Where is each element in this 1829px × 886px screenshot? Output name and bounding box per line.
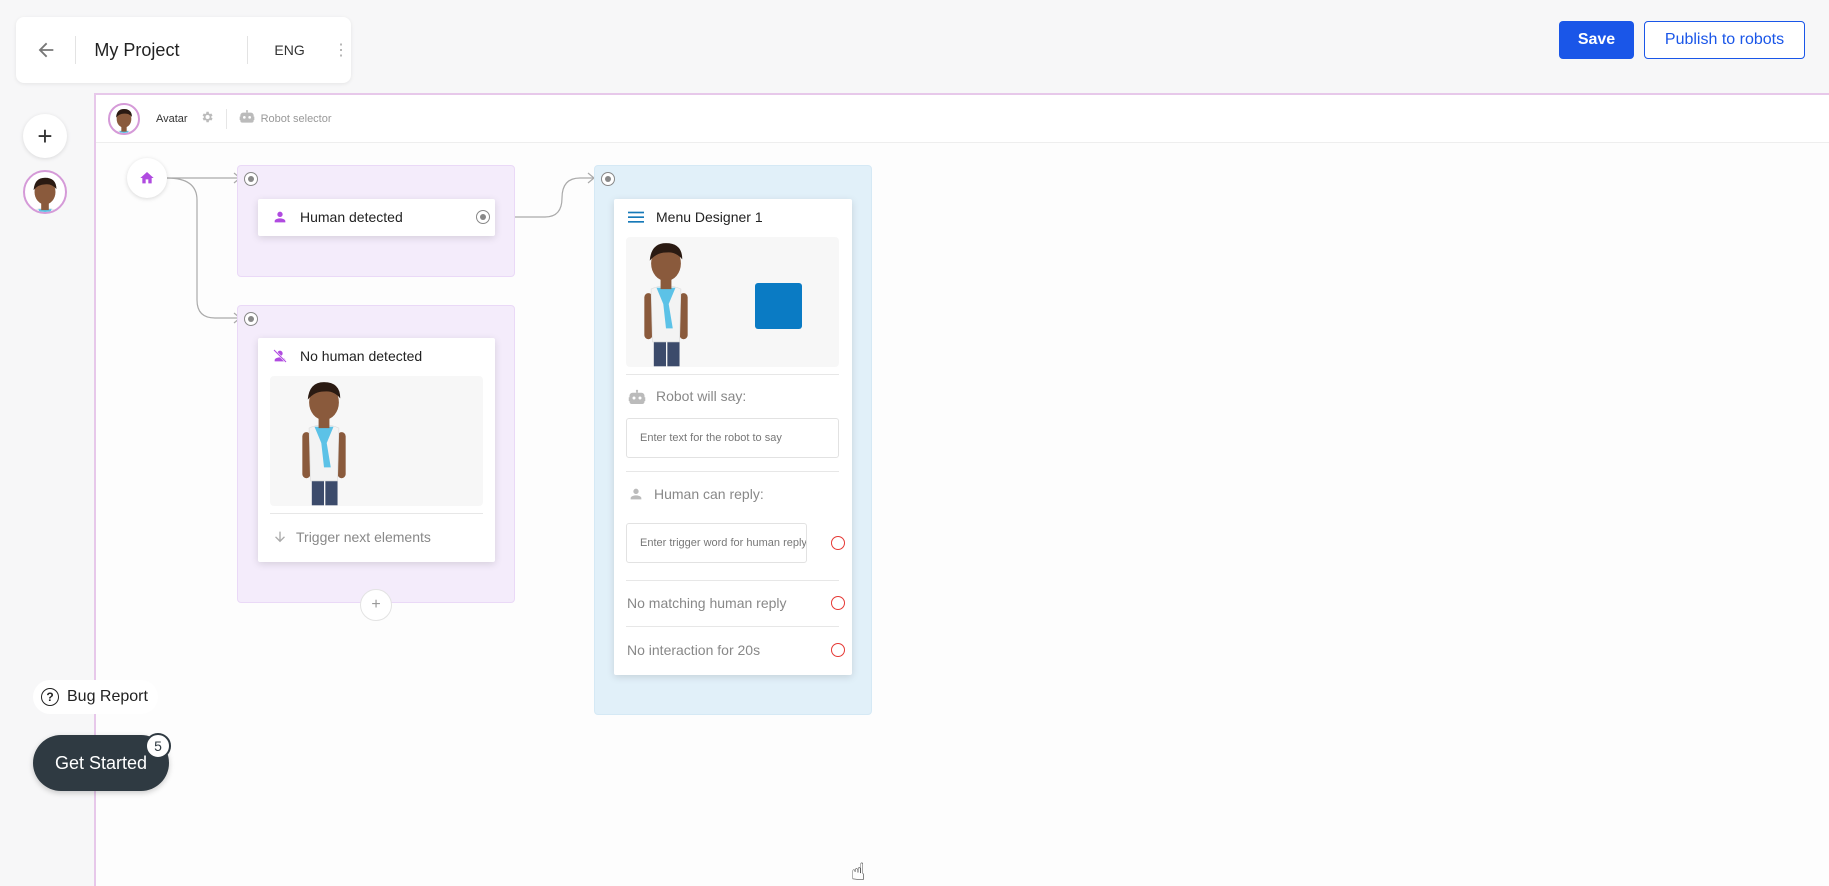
plus-icon: +: [371, 596, 381, 613]
robot-say-label: Robot will say:: [628, 388, 746, 404]
trigger-next-elements[interactable]: Trigger next elements: [272, 529, 431, 545]
bug-report-label: Bug Report: [67, 688, 148, 705]
question-circle-icon: ?: [41, 688, 59, 706]
get-started-count-badge: 5: [145, 733, 171, 759]
divider: [626, 374, 839, 375]
no-match-output-port[interactable]: [831, 596, 845, 610]
reply-output-port[interactable]: [831, 536, 845, 550]
human-reply-label: Human can reply:: [628, 486, 764, 502]
get-started-label: Get Started: [54, 752, 148, 773]
no-interaction-output-port[interactable]: [831, 643, 845, 657]
input-port[interactable]: [244, 312, 258, 326]
card-title: No human detected: [300, 348, 423, 364]
menu-icon: [628, 210, 646, 224]
divider: [626, 580, 839, 581]
no-human-detected-card[interactable]: No human detected Trigger next elements: [258, 338, 495, 562]
divider: [270, 513, 483, 514]
screen-color-block: [755, 283, 802, 329]
robot-icon: [628, 389, 646, 404]
home-icon: [140, 172, 154, 184]
screen-preview: [626, 237, 839, 367]
menu-designer-card[interactable]: Menu Designer 1 Robot will say: Human ca…: [614, 199, 852, 675]
arrow-down-icon: [275, 531, 285, 543]
no-interaction-option: No interaction for 20s: [627, 642, 761, 658]
add-to-group-button[interactable]: +: [360, 589, 392, 621]
no-match-option: No matching human reply: [627, 595, 787, 611]
bug-report-button[interactable]: ? Bug Report: [33, 680, 158, 714]
person-icon: [272, 209, 290, 225]
card-title: Menu Designer 1: [656, 209, 763, 225]
card-title: Human detected: [300, 209, 403, 225]
person-icon: [630, 488, 642, 500]
input-port[interactable]: [601, 172, 615, 186]
human-reply-input[interactable]: [626, 523, 807, 563]
divider: [626, 626, 839, 627]
pointer-cursor-icon: ☝: [851, 859, 866, 886]
person-off-icon: [272, 348, 290, 364]
start-node[interactable]: [127, 158, 167, 198]
human-detected-card[interactable]: Human detected: [258, 199, 495, 236]
trigger-label: Trigger next elements: [296, 529, 431, 545]
robot-say-input[interactable]: [626, 418, 839, 458]
output-port[interactable]: [476, 210, 490, 224]
divider: [626, 471, 839, 472]
input-port[interactable]: [244, 172, 258, 186]
avatar-preview: [270, 376, 483, 506]
